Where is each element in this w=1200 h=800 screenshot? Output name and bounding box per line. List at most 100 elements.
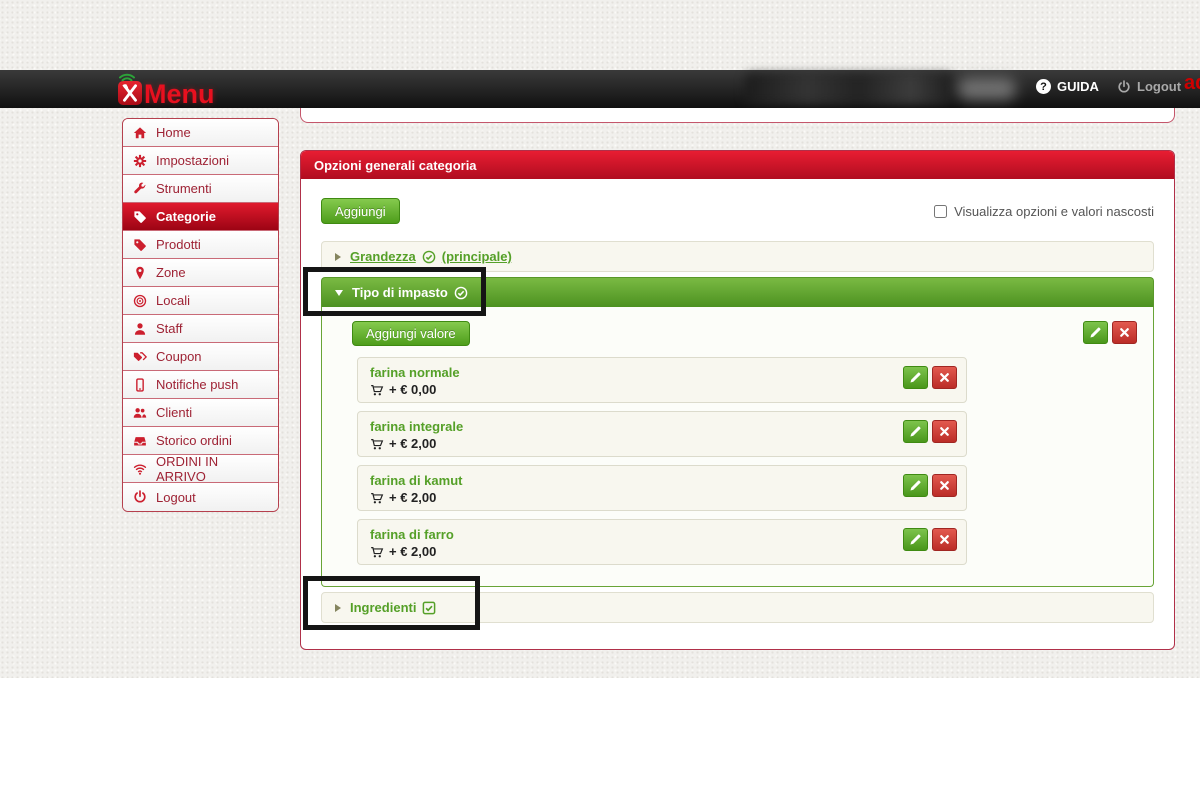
previous-panel-bottom — [300, 108, 1175, 123]
tags-icon — [133, 350, 147, 364]
user-icon — [133, 322, 147, 336]
category-options-panel: Opzioni generali categoria Aggiungi Visu… — [300, 150, 1175, 650]
aggiungi-valore-button[interactable]: Aggiungi valore — [352, 321, 470, 346]
brand-logo[interactable]: Menu — [118, 73, 215, 107]
value-row: farina di kamut + € 2,00 — [357, 465, 967, 511]
sidebar-item-logout[interactable]: Logout — [123, 483, 278, 511]
sidebar-item-coupon[interactable]: Coupon — [123, 343, 278, 371]
sidebar-item-label: Strumenti — [156, 181, 212, 196]
value-price: + € 2,00 — [389, 543, 436, 561]
sidebar-item-zone[interactable]: Zone — [123, 259, 278, 287]
sidebar-item-notifiche-push[interactable]: Notifiche push — [123, 371, 278, 399]
value-name: farina di kamut — [370, 472, 954, 489]
sidebar-item-label: Categorie — [156, 209, 216, 224]
sidebar-item-ordini-in-arrivo[interactable]: ORDINI IN ARRIVO — [123, 455, 278, 483]
redacted-username — [958, 78, 1016, 100]
guida-help-button[interactable]: ? GUIDA — [1036, 79, 1099, 94]
section-tipo-content: Aggiungi valore farina normale + € 0,00 — [321, 307, 1154, 587]
delete-value-button[interactable] — [932, 366, 957, 389]
x-icon — [938, 371, 951, 384]
cart-icon — [370, 546, 384, 559]
sidebar-item-staff[interactable]: Staff — [123, 315, 278, 343]
mobile-icon — [133, 378, 147, 392]
brand-name: Menu — [144, 81, 215, 107]
topbar-logout-button[interactable]: Logout — [1117, 79, 1181, 94]
power-icon — [1117, 80, 1131, 94]
sidebar-item-storico-ordini[interactable]: Storico ordini — [123, 427, 278, 455]
cart-icon — [370, 384, 384, 397]
delete-option-button[interactable] — [1112, 321, 1137, 344]
sidebar-item-label: Notifiche push — [156, 377, 238, 392]
value-price: + € 2,00 — [389, 489, 436, 507]
check-circle-icon — [422, 250, 436, 264]
map-pin-icon — [133, 266, 147, 280]
x-icon — [938, 479, 951, 492]
delete-value-button[interactable] — [932, 420, 957, 443]
sidebar-item-label: Coupon — [156, 349, 202, 364]
pencil-icon — [1089, 326, 1102, 339]
sidebar-item-label: Staff — [156, 321, 183, 336]
sidebar-item-categorie[interactable]: Categorie — [123, 203, 278, 231]
x-icon — [938, 533, 951, 546]
sidebar-item-impostazioni[interactable]: Impostazioni — [123, 147, 278, 175]
annotation-box-ingredienti — [303, 576, 480, 630]
top-navigation-bar: Menu — [0, 70, 1200, 108]
sidebar-item-label: Prodotti — [156, 237, 201, 252]
logo-utensils-icon — [118, 81, 142, 105]
guida-label: GUIDA — [1057, 79, 1099, 94]
sidebar-item-label: Clienti — [156, 405, 192, 420]
section-grandezza-label: Grandezza — [350, 249, 416, 264]
tag-icon — [133, 210, 147, 224]
sidebar-item-label: Logout — [156, 490, 196, 505]
sidebar-item-label: Impostazioni — [156, 153, 229, 168]
value-row: farina normale + € 0,00 — [357, 357, 967, 403]
value-price: + € 0,00 — [389, 381, 436, 399]
cart-icon — [370, 492, 384, 505]
edit-value-button[interactable] — [903, 420, 928, 443]
gear-icon — [133, 154, 147, 168]
tag-icon — [133, 238, 147, 252]
wrench-icon — [133, 182, 147, 196]
annotation-box-tipo-di-impasto — [303, 267, 486, 316]
page: Menu ? GUIDA Logout ad Home Impostazioni… — [0, 0, 1200, 800]
sidebar-item-locali[interactable]: Locali — [123, 287, 278, 315]
bullseye-icon — [133, 294, 147, 308]
value-list: farina normale + € 0,00 farina integrale… — [357, 357, 967, 565]
question-icon: ? — [1036, 79, 1051, 94]
pencil-icon — [909, 533, 922, 546]
sidebar-item-label: ORDINI IN ARRIVO — [156, 454, 268, 484]
x-icon — [938, 425, 951, 438]
sidebar-item-label: Storico ordini — [156, 433, 232, 448]
delete-value-button[interactable] — [932, 474, 957, 497]
show-hidden-toggle[interactable]: Visualizza opzioni e valori nascosti — [934, 204, 1154, 219]
cart-icon — [370, 438, 384, 451]
wifi-icon — [133, 462, 147, 476]
value-name: farina integrale — [370, 418, 954, 435]
value-row: farina integrale + € 2,00 — [357, 411, 967, 457]
edit-value-button[interactable] — [903, 474, 928, 497]
pencil-icon — [909, 479, 922, 492]
edit-option-button[interactable] — [1083, 321, 1108, 344]
home-icon — [133, 126, 147, 140]
sidebar-item-strumenti[interactable]: Strumenti — [123, 175, 278, 203]
sidebar-item-label: Locali — [156, 293, 190, 308]
value-row: farina di farro + € 2,00 — [357, 519, 967, 565]
sidebar-item-home[interactable]: Home — [123, 119, 278, 147]
sidebar-navigation: Home Impostazioni Strumenti Categorie Pr… — [122, 118, 279, 512]
value-name: farina normale — [370, 364, 954, 381]
sidebar-item-label: Zone — [156, 265, 186, 280]
delete-value-button[interactable] — [932, 528, 957, 551]
sidebar-item-label: Home — [156, 125, 191, 140]
show-hidden-checkbox[interactable] — [934, 205, 947, 218]
sidebar-item-clienti[interactable]: Clienti — [123, 399, 278, 427]
value-price: + € 2,00 — [389, 435, 436, 453]
edit-value-button[interactable] — [903, 366, 928, 389]
value-name: farina di farro — [370, 526, 954, 543]
edit-value-button[interactable] — [903, 528, 928, 551]
section-grandezza-suffix: (principale) — [442, 249, 512, 264]
pencil-icon — [909, 371, 922, 384]
sidebar-item-prodotti[interactable]: Prodotti — [123, 231, 278, 259]
redacted-account-area — [745, 74, 953, 104]
panel-title: Opzioni generali categoria — [301, 151, 1174, 179]
aggiungi-button[interactable]: Aggiungi — [321, 198, 400, 224]
